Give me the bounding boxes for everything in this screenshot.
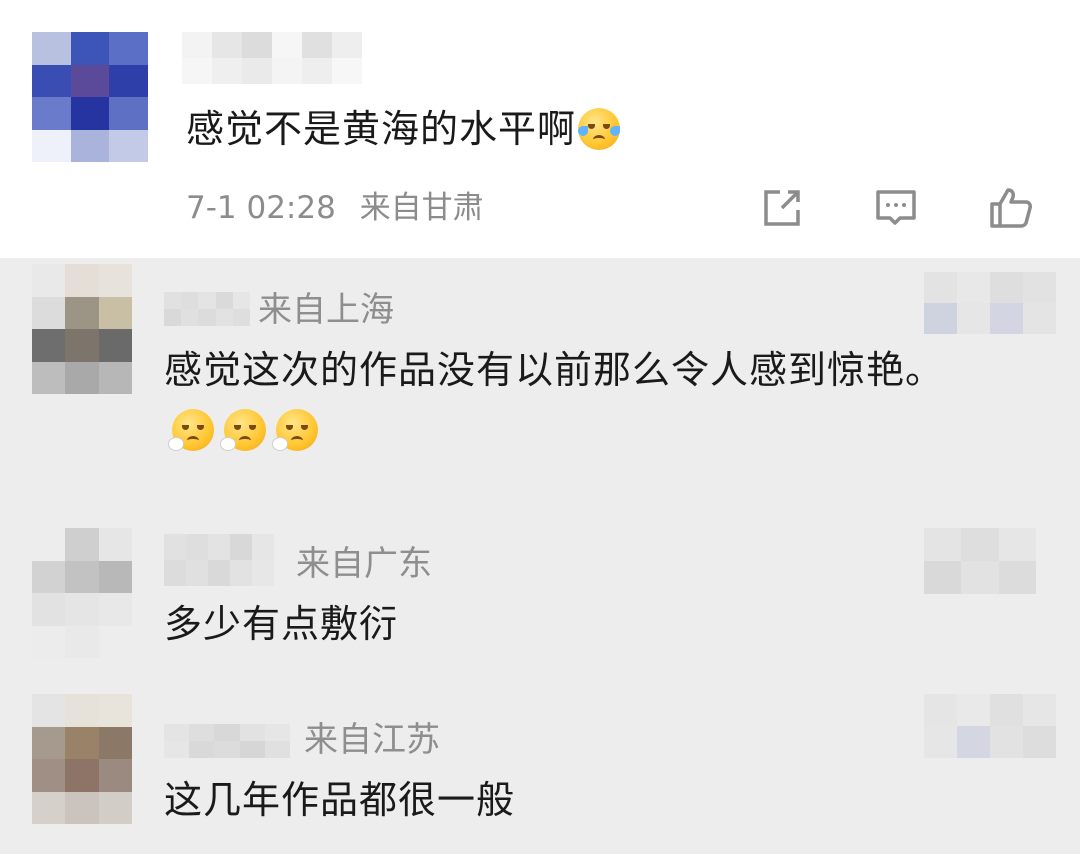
reply-text: 多少有点敷衍	[164, 602, 399, 646]
face-exhaling-emoji	[168, 409, 214, 451]
comment-time: 7-1 02:28	[186, 190, 336, 226]
reply-like-blurred[interactable]	[924, 272, 1056, 334]
reply-avatar[interactable]	[32, 694, 132, 824]
reply-text-content: 感觉这次的作品没有以前那么令人感到惊艳。	[164, 348, 945, 392]
main-comment: 感觉不是黄海的水平啊 7-1 02:28 来自甘肃	[0, 0, 1080, 258]
comment-icon[interactable]	[874, 186, 918, 230]
reply-text: 感觉这次的作品没有以前那么令人感到惊艳。	[164, 340, 984, 460]
reply-location: 来自上海	[258, 290, 394, 330]
comment-text: 感觉不是黄海的水平啊	[186, 104, 621, 154]
reply-like-blurred[interactable]	[924, 694, 1056, 758]
face-exhaling-emoji	[220, 409, 266, 451]
reply-avatar[interactable]	[32, 528, 132, 658]
avatar[interactable]	[32, 32, 148, 162]
reply-like-blurred[interactable]	[924, 528, 1036, 594]
face-exhaling-emoji	[272, 409, 318, 451]
username[interactable]	[182, 32, 362, 84]
comment-meta: 7-1 02:28 来自甘肃	[186, 186, 498, 230]
laughing-crying-emoji	[578, 108, 621, 150]
reply-username[interactable]	[164, 534, 274, 586]
like-icon[interactable]	[988, 186, 1032, 230]
comment-text-content: 感觉不是黄海的水平啊	[186, 107, 577, 151]
reply-username[interactable]	[164, 292, 250, 326]
reply-username[interactable]	[164, 724, 290, 758]
comment-location: 来自甘肃	[359, 190, 484, 226]
reply-location: 来自江苏	[304, 720, 440, 760]
reply-avatar[interactable]	[32, 264, 132, 394]
reply-text: 这几年作品都很一般	[164, 778, 516, 822]
share-icon[interactable]	[760, 186, 804, 230]
reply-location: 来自广东	[296, 544, 432, 584]
